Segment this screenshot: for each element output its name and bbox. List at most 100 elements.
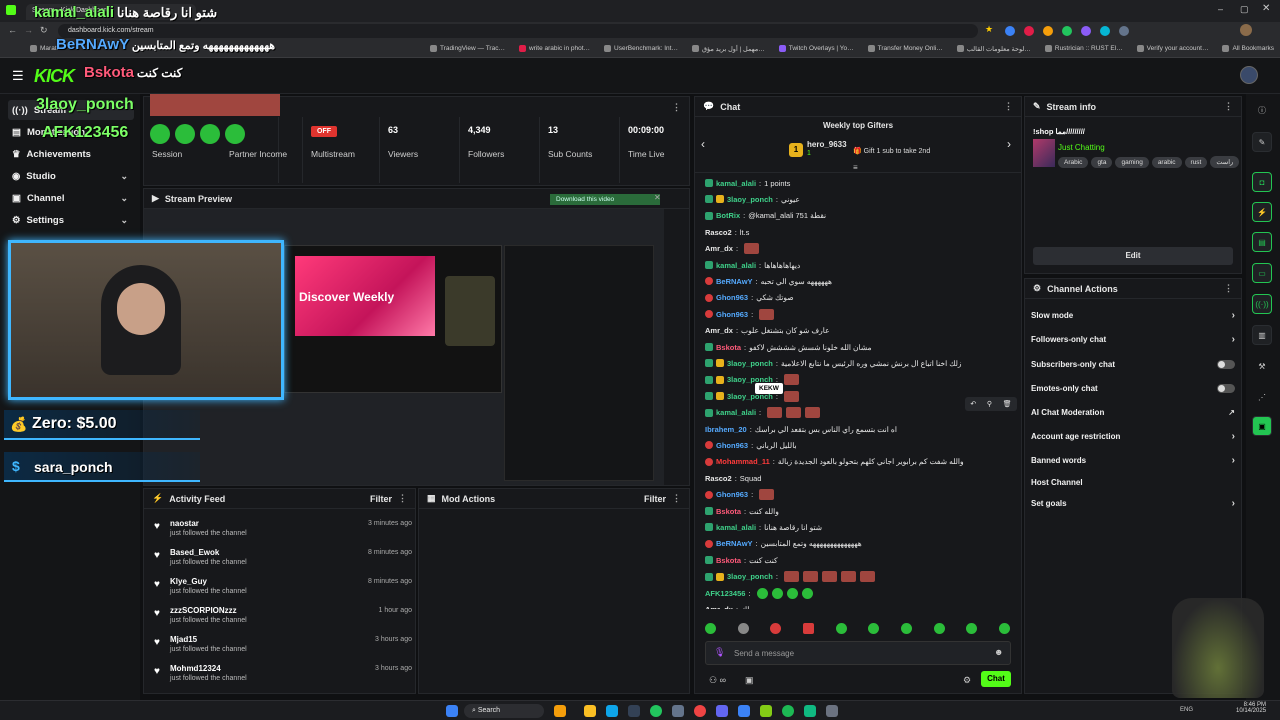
steam-icon[interactable]: [628, 705, 640, 717]
chat-username[interactable]: kamal_alali: [716, 261, 756, 270]
list-item[interactable]: ♥ naostar just followed the channel 3 minut…: [152, 517, 414, 545]
chat-username[interactable]: kamal_alali: [716, 408, 756, 417]
reload-icon[interactable]: ↻: [40, 25, 48, 36]
close-icon[interactable]: ✕: [1262, 3, 1270, 14]
app-icon[interactable]: [672, 705, 684, 717]
emoji-icon[interactable]: ☻: [994, 647, 1003, 657]
action-followers-only[interactable]: Followers-only chat ›: [1031, 328, 1235, 350]
bookmark[interactable]: UserBenchmark: Int…: [604, 45, 678, 52]
chat-message[interactable]: BeRNAwY: ههههههههههههههه وتمع المتابسين: [705, 536, 1020, 552]
camera-icon[interactable]: ◘: [1252, 172, 1272, 192]
chat-message[interactable]: Ghon963:: [705, 306, 1020, 322]
action-slow-mode[interactable]: Slow mode ›: [1031, 304, 1235, 326]
chat-username[interactable]: AFK123456: [705, 589, 745, 598]
maximize-icon[interactable]: ▢: [1240, 4, 1249, 15]
chat-username[interactable]: Mohammad_11: [716, 457, 770, 466]
forward-icon[interactable]: →: [24, 25, 33, 35]
action-emotes-only[interactable]: Emotes-only chat: [1031, 377, 1235, 399]
search-box[interactable]: ⌕ Search: [464, 704, 544, 718]
chat-username[interactable]: Amr_dx: [705, 326, 733, 335]
bolt-icon[interactable]: ⚡: [1252, 202, 1272, 222]
extension-icon[interactable]: [1100, 26, 1110, 36]
chat-username[interactable]: Ghon963: [716, 490, 748, 499]
chat-message[interactable]: 3laoy_ponch:: [705, 372, 1020, 388]
chat-message[interactable]: Rasco2: Squad: [705, 470, 1020, 486]
user-avatar[interactable]: [1240, 66, 1258, 84]
emote-icon[interactable]: [868, 623, 880, 634]
chat-message[interactable]: Bskota: كنت كنت: [705, 552, 1020, 568]
action-subscribers-only[interactable]: Subscribers-only chat: [1031, 353, 1235, 375]
chat-username[interactable]: Amr_dx: [705, 605, 733, 609]
file-explorer-icon[interactable]: [584, 705, 596, 717]
chat-message[interactable]: Amr_dx:: [705, 241, 1020, 257]
chrome-icon[interactable]: [694, 705, 706, 717]
list-item[interactable]: ♥ Mjad15 just followed the channel 3 hours …: [152, 633, 414, 661]
spotify-icon[interactable]: [782, 705, 794, 717]
bookmark[interactable]: write arabic in phot…: [518, 45, 590, 52]
chat-message[interactable]: kamal_alali: ديهاهاهاهاها: [705, 257, 1020, 273]
list-item[interactable]: ♥ Klye_Guy just followed the channel 8 minu…: [152, 575, 414, 603]
app-icon[interactable]: [738, 705, 750, 717]
extension-icon[interactable]: [1119, 26, 1129, 36]
toggle-switch[interactable]: [1217, 359, 1235, 369]
back-icon[interactable]: ←: [8, 25, 17, 35]
sidebar-item-channel[interactable]: ▣ Channel ⌄: [8, 188, 134, 208]
chat-message[interactable]: 3laoy_ponch: عيوني: [705, 191, 1020, 207]
points-icon[interactable]: ⚇ ∞: [709, 675, 726, 686]
chat-message[interactable]: Ibrahem_20: اه انت بتسمع راي الناس بس بتق…: [705, 421, 1020, 437]
extension-icon[interactable]: [1024, 26, 1034, 36]
chat-message[interactable]: kamal_alali:1 points: [705, 175, 1020, 191]
chat-username[interactable]: Amr_dx: [705, 244, 733, 253]
emote-icon[interactable]: [966, 623, 978, 634]
chat-username[interactable]: 3laoy_ponch: [727, 195, 773, 204]
action-banned-words[interactable]: Banned words ›: [1031, 449, 1235, 471]
broadcast-icon[interactable]: ((·)): [1252, 294, 1272, 314]
emote-icon[interactable]: [998, 623, 1010, 634]
app-icon[interactable]: [760, 705, 772, 717]
emote-icon[interactable]: [705, 623, 716, 634]
list-item[interactable]: ♥ zzzSCORPIONzzz just followed the channel…: [152, 604, 414, 632]
chat-message[interactable]: Bskota: والله كنت: [705, 503, 1020, 519]
chat-username[interactable]: Bskota: [716, 343, 741, 352]
chat-message[interactable]: Mohammad_11: والله شفت كم برابوير اجاني ك…: [705, 454, 1020, 470]
stat-multistream[interactable]: OFF Multistream: [302, 117, 380, 183]
more-icon[interactable]: ⋮: [1224, 283, 1233, 294]
chat-message[interactable]: Ghon963: بالليل الرباني: [705, 437, 1020, 453]
chat-icon[interactable]: ▭: [1252, 263, 1272, 283]
chat-username[interactable]: Rasco2: [705, 228, 732, 237]
mic-icon[interactable]: 🎙: [714, 647, 725, 658]
kick-logo[interactable]: KICK: [34, 66, 75, 87]
chat-username[interactable]: BotRix: [716, 211, 740, 220]
stream-category[interactable]: Just Chatting: [1058, 143, 1105, 152]
chat-message[interactable]: AFK123456:: [705, 585, 1020, 601]
chat-message[interactable]: BeRNAwY: ههههههه سوي الي تحبه: [705, 273, 1020, 289]
chat-message[interactable]: 3laoy_ponch:: [705, 569, 1020, 585]
minimize-icon[interactable]: –: [1218, 4, 1223, 14]
bookmark[interactable]: Verify your account…: [1136, 45, 1208, 52]
clock[interactable]: 8:46 PM 10/14/2025: [1236, 702, 1266, 714]
chat-username[interactable]: Ibrahem_20: [705, 425, 747, 434]
chat-message[interactable]: 3laoy_ponch: زلك اخنا اتباع ال برنش نمشي …: [705, 355, 1020, 371]
chat-username[interactable]: Ghon963: [716, 293, 748, 302]
reply-icon[interactable]: ↶: [970, 400, 976, 408]
emote-icon[interactable]: [770, 623, 782, 634]
chat-message[interactable]: Bskota: مشان الله خلونا شسش شششش لاكفو: [705, 339, 1020, 355]
add-widget-icon[interactable]: ▣: [1252, 416, 1272, 436]
bookmark[interactable]: Rustrician :: RUST El…: [1044, 45, 1123, 52]
app-icon[interactable]: [554, 705, 566, 717]
app-icon[interactable]: [826, 705, 838, 717]
sidebar-item-achievements[interactable]: ♛ Achievements: [8, 144, 134, 164]
menu-icon[interactable]: ☰: [12, 68, 24, 84]
language-indicator[interactable]: ENG: [1180, 707, 1193, 713]
action-host-channel[interactable]: Host Channel: [1031, 471, 1235, 493]
chat-input[interactable]: 🎙 Send a message ☻: [705, 641, 1011, 665]
chevron-left-icon[interactable]: ‹: [701, 137, 705, 151]
delete-icon[interactable]: 🗑: [1003, 400, 1012, 408]
gear-icon[interactable]: ⚙: [963, 675, 971, 686]
chat-username[interactable]: 3laoy_ponch: [727, 572, 773, 581]
action-set-goals[interactable]: Set goals ›: [1031, 492, 1235, 514]
bookmark[interactable]: لوحة معلومات القالب…: [956, 45, 1031, 53]
list-item[interactable]: ♥ Based_Ewok just followed the channel 8 mi…: [152, 546, 414, 574]
profile-avatar[interactable]: [1240, 24, 1252, 36]
more-icon[interactable]: ⋮: [1004, 101, 1013, 112]
